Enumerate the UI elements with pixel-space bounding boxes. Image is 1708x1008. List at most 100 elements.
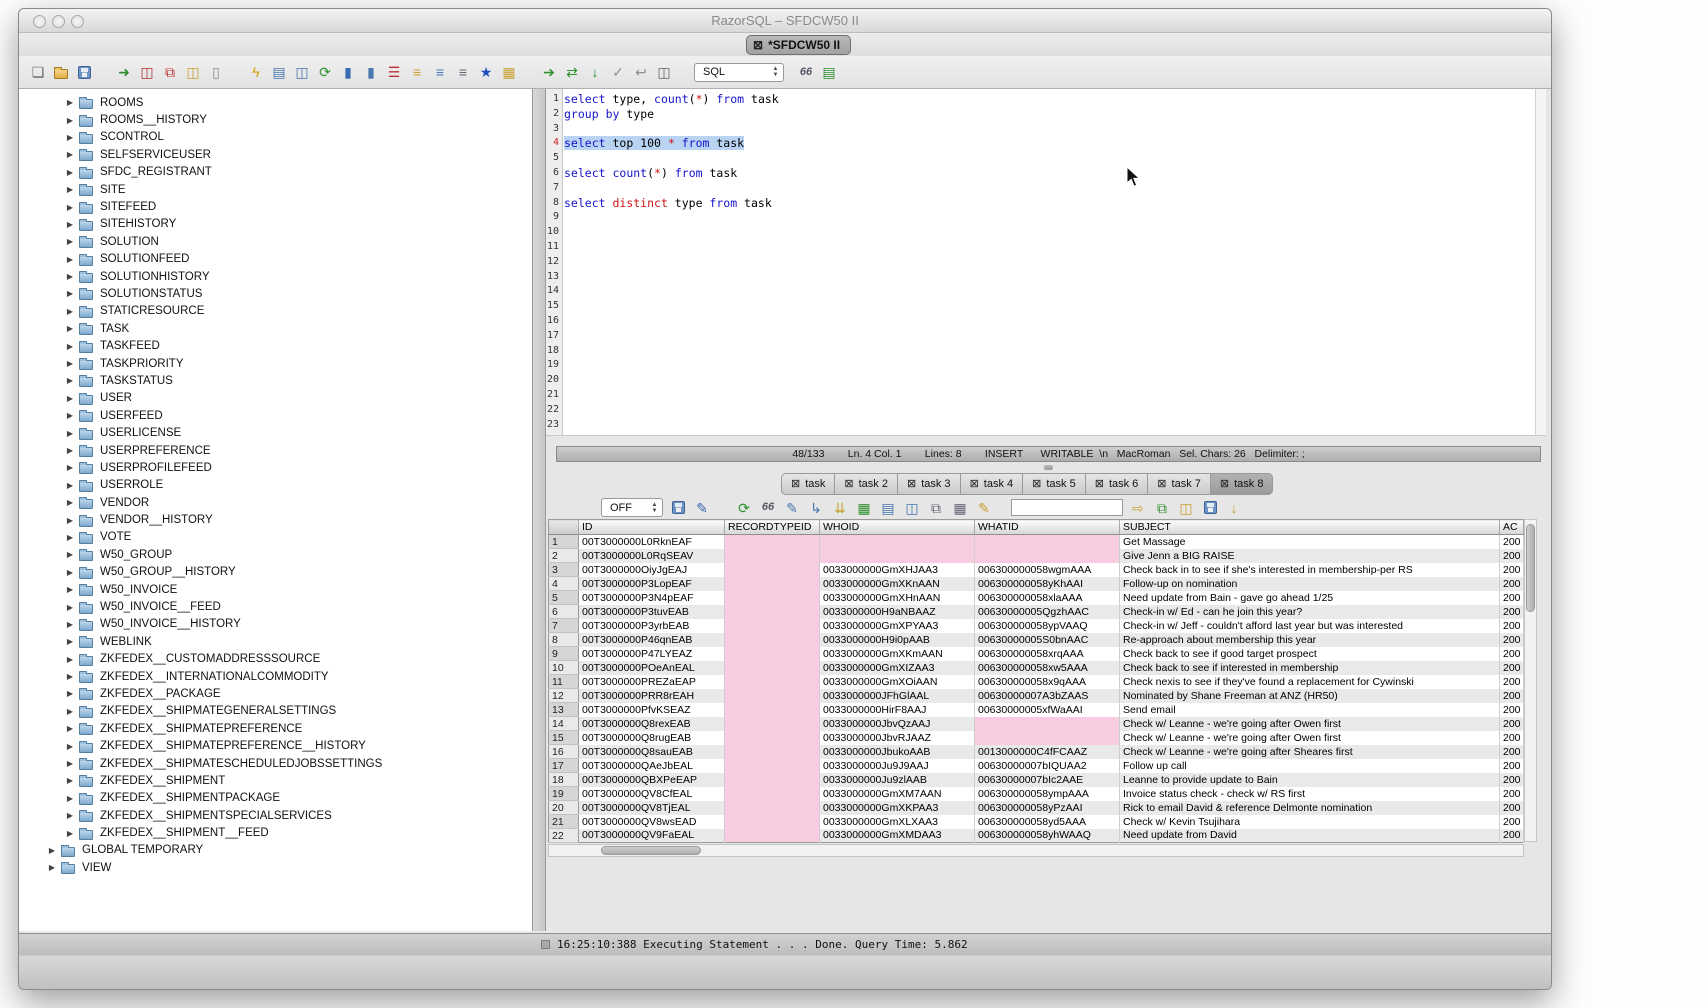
cell[interactable]: 00T3000000Q8rexEAB [579,717,725,731]
open-file-icon[interactable] [52,63,70,81]
cell[interactable]: 0033000000JbvQzAAJ [820,717,975,731]
cell[interactable]: 006300000058yd5AAA [975,815,1120,829]
tree-node-vendor-history[interactable]: ▶VENDOR__HISTORY [19,511,532,528]
expander-icon[interactable]: ▶ [65,429,75,438]
statement-type-select-stepper-icon[interactable]: ▲▼ [770,65,781,80]
expander-icon[interactable]: ▶ [65,237,75,246]
code-line-8[interactable]: select distinct type from task [564,196,1534,211]
tree-node-scontrol[interactable]: ▶SCONTROL [19,129,532,146]
code-line-19[interactable] [564,358,1534,373]
cell[interactable]: Follow up call [1120,759,1500,773]
favorites-icon[interactable]: ★ [477,63,495,81]
database-icon[interactable]: ▯ [207,63,225,81]
row-number[interactable]: 5 [549,591,579,605]
code-line-17[interactable] [564,329,1534,344]
results-tab-task-2[interactable]: ⊠task 2 [835,473,898,495]
cell[interactable] [725,801,820,815]
cell[interactable]: 0033000000GmXHJAA3 [820,563,975,577]
cell[interactable]: 200 [1500,815,1524,829]
cell[interactable]: 00T3000000P3tuvEAB [579,605,725,619]
code-line-20[interactable] [564,373,1534,388]
expander-icon[interactable]: ▶ [65,794,75,803]
cell[interactable]: 200 [1500,661,1524,675]
document-tab[interactable]: ⊠ *SFDCW50 II [746,35,851,55]
row-number[interactable]: 12 [549,689,579,703]
expander-icon[interactable]: ▶ [65,498,75,507]
tree-node-user[interactable]: ▶USER [19,390,532,407]
cell[interactable]: 0033000000GmXKPAA3 [820,801,975,815]
cell[interactable]: Give Jenn a BIG RAISE [1120,549,1500,563]
cell[interactable] [725,535,820,549]
code-line-9[interactable] [564,210,1534,225]
tree-node-userrole[interactable]: ▶USERROLE [19,477,532,494]
cell[interactable]: 0033000000JbvRJAAZ [820,731,975,745]
cell[interactable] [975,535,1120,549]
cell[interactable] [820,549,975,563]
cell[interactable]: 00T3000000P3LopEAF [579,577,725,591]
column-header-whatid[interactable]: WHATID [975,520,1120,535]
expander-icon[interactable]: ▶ [65,307,75,316]
cell[interactable]: Check w/ Leanne - we're going after Shea… [1120,745,1500,759]
code-line-5[interactable] [564,151,1534,166]
cell[interactable]: 006300000058xlaAAA [975,591,1120,605]
row-number[interactable]: 10 [549,661,579,675]
expander-icon[interactable]: ▶ [65,394,75,403]
tree-node-view[interactable]: ▶VIEW [19,859,532,876]
expander-icon[interactable]: ▶ [65,759,75,768]
column-header-ac[interactable]: AC [1500,520,1524,535]
cell[interactable]: 00T3000000PREZaEAP [579,675,725,689]
cell[interactable]: 200 [1500,591,1524,605]
code-line-12[interactable] [564,255,1534,270]
code-line-22[interactable] [564,403,1534,418]
tree-node-sitefeed[interactable]: ▶SITEFEED [19,198,532,215]
tab-close-icon[interactable]: ⊠ [1032,479,1041,490]
expander-icon[interactable]: ▶ [65,342,75,351]
code-line-3[interactable] [564,122,1534,137]
results-tab-task-6[interactable]: ⊠task 6 [1086,473,1149,495]
cell[interactable]: Send email [1120,703,1500,717]
cell[interactable]: Invoice status check - check w/ RS first [1120,787,1500,801]
expander-icon[interactable]: ▶ [65,829,75,838]
cell[interactable]: Need update from Bain - gave go ahead 1/… [1120,591,1500,605]
tree-node-zkfedex-shipmentspecialservices[interactable]: ▶ZKFEDEX__SHIPMENTSPECIALSERVICES [19,807,532,824]
import-data-icon[interactable]: ≡ [431,63,449,81]
expander-icon[interactable]: ▶ [65,585,75,594]
cell[interactable]: 00T3000000L0RqSEAV [579,549,725,563]
tab-close-icon[interactable]: ⊠ [1095,479,1104,490]
expander-icon[interactable]: ▶ [65,255,75,264]
tree-node-solutionstatus[interactable]: ▶SOLUTIONSTATUS [19,285,532,302]
expander-icon[interactable]: ▶ [65,446,75,455]
grid-horizontal-scrollbar[interactable] [548,844,1524,857]
row-number[interactable]: 18 [549,773,579,787]
cell[interactable]: 00630000007A3bZAAS [975,689,1120,703]
row-number[interactable]: 3 [549,563,579,577]
expander-icon[interactable]: ▶ [65,550,75,559]
cell[interactable]: 0033000000GmXHnAAN [820,591,975,605]
find-in-results-icon[interactable]: 66 [759,499,777,517]
results-tab-task-3[interactable]: ⊠task 3 [898,473,961,495]
cell[interactable]: Check back to see if interested in membe… [1120,661,1500,675]
sql-editor[interactable]: 1234567891011121314151617181920212223 se… [546,89,1546,436]
cell[interactable]: 200 [1500,689,1524,703]
cell[interactable]: 00T3000000PRR8rEAH [579,689,725,703]
row-number[interactable]: 19 [549,787,579,801]
cell[interactable]: 200 [1500,535,1524,549]
tree-node-staticresource[interactable]: ▶STATICRESOURCE [19,303,532,320]
cell[interactable]: Need update from David [1120,829,1500,843]
cell[interactable]: 00T3000000Q8rugEAB [579,731,725,745]
code-line-15[interactable] [564,299,1534,314]
refresh-objects-icon[interactable]: ⟳ [316,63,334,81]
expander-icon[interactable]: ▶ [65,655,75,664]
cell[interactable]: 006300000058wgmAAA [975,563,1120,577]
cell[interactable]: Check w/ Leanne - we're going after Owen… [1120,717,1500,731]
cell[interactable] [725,773,820,787]
tree-node-w50-invoice-feed[interactable]: ▶W50_INVOICE__FEED [19,598,532,615]
schema-browser-icon[interactable]: ▤ [270,63,288,81]
tree-node-sfdc-registrant[interactable]: ▶SFDC_REGISTRANT [19,164,532,181]
tree-node-solutionhistory[interactable]: ▶SOLUTIONHISTORY [19,268,532,285]
cell[interactable] [725,605,820,619]
expander-icon[interactable]: ▶ [65,168,75,177]
disconnect-icon[interactable]: ◫ [138,63,156,81]
row-limit-select[interactable]: OFF▲▼ [601,498,663,517]
cell[interactable]: Check-in w/ Ed - can he join this year? [1120,605,1500,619]
